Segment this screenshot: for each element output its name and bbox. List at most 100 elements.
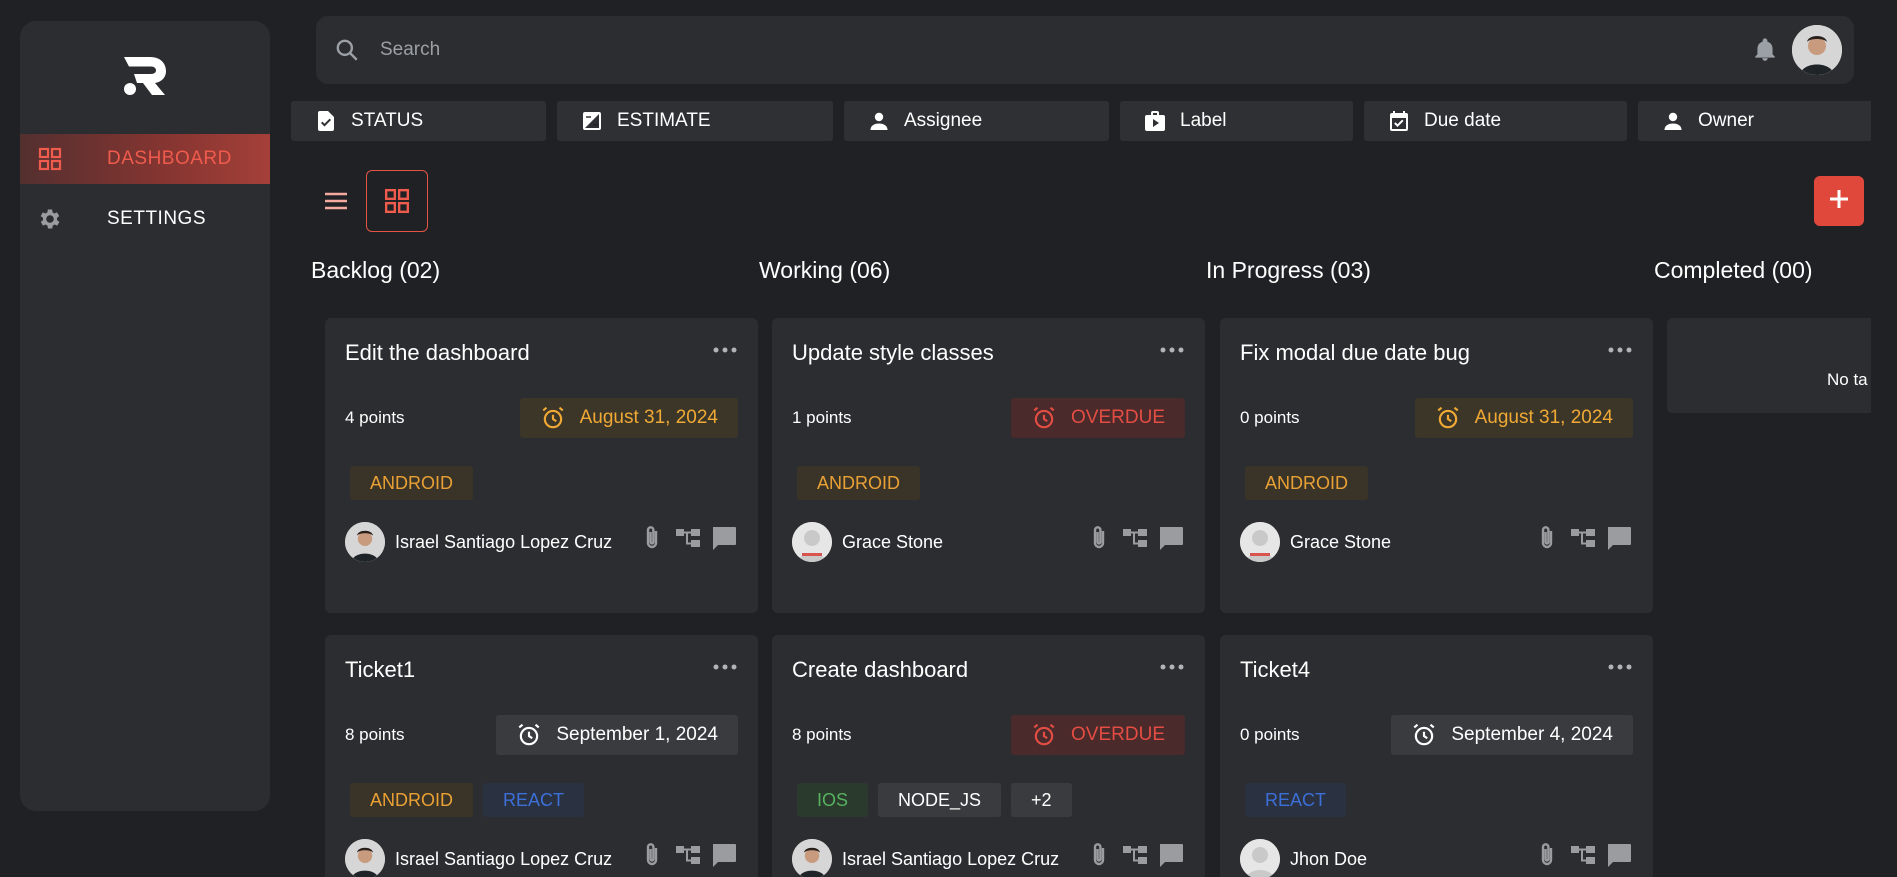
subtask-icon[interactable] bbox=[1569, 524, 1597, 552]
filter-status[interactable]: STATUS bbox=[291, 101, 546, 141]
column-title-in-progress: In Progress (03) bbox=[1206, 257, 1371, 283]
sidebar-item-dashboard[interactable]: DASHBOARD bbox=[20, 134, 270, 184]
paperclip-icon[interactable] bbox=[1085, 841, 1113, 869]
tag[interactable]: IOS bbox=[797, 783, 869, 817]
card-actions bbox=[638, 841, 738, 869]
avatar bbox=[345, 839, 385, 877]
filter-owner[interactable]: Owner bbox=[1638, 101, 1878, 141]
more-options-icon[interactable] bbox=[1607, 661, 1633, 673]
tag[interactable]: ANDROID bbox=[1245, 466, 1369, 500]
more-options-icon[interactable] bbox=[712, 344, 738, 356]
filter-label: Due date bbox=[1424, 110, 1502, 131]
card-actions bbox=[1085, 524, 1185, 552]
task-card[interactable]: Update style classes 1 points OVERDUE AN… bbox=[772, 318, 1205, 613]
filter-due-date[interactable]: Due date bbox=[1364, 101, 1627, 141]
avatar bbox=[345, 522, 385, 562]
column-title-completed: Completed (00) bbox=[1654, 257, 1813, 283]
comment-icon[interactable] bbox=[710, 524, 738, 552]
calendar-check-icon bbox=[1386, 108, 1412, 134]
subtask-icon[interactable] bbox=[674, 841, 702, 869]
comment-icon[interactable] bbox=[1605, 524, 1633, 552]
subtask-icon[interactable] bbox=[1121, 841, 1149, 869]
due-date-badge: OVERDUE bbox=[1011, 715, 1185, 755]
paperclip-icon[interactable] bbox=[1533, 524, 1561, 552]
assignee-name: Israel Santiago Lopez Cruz bbox=[842, 848, 1060, 869]
avatar bbox=[792, 522, 832, 562]
assignee[interactable]: Grace Stone bbox=[792, 522, 943, 562]
assignee[interactable]: Israel Santiago Lopez Cruz bbox=[345, 522, 612, 562]
paperclip-icon[interactable] bbox=[1533, 841, 1561, 869]
card-title: Ticket4 bbox=[1240, 657, 1311, 682]
sidebar-item-settings[interactable]: SETTINGS bbox=[20, 194, 270, 244]
alarm-icon bbox=[1031, 722, 1057, 748]
filter-label: Owner bbox=[1698, 110, 1754, 131]
comment-icon[interactable] bbox=[1605, 841, 1633, 869]
due-date-badge: August 31, 2024 bbox=[1414, 398, 1633, 438]
due-date-text: OVERDUE bbox=[1071, 407, 1165, 428]
due-date-badge: September 4, 2024 bbox=[1391, 715, 1633, 755]
card-actions bbox=[1085, 841, 1185, 869]
card-points: 0 points bbox=[1240, 408, 1300, 427]
paperclip-icon[interactable] bbox=[1085, 524, 1113, 552]
assignee[interactable]: Israel Santiago Lopez Cruz bbox=[345, 839, 612, 877]
paperclip-icon[interactable] bbox=[638, 841, 666, 869]
column-title-backlog: Backlog (02) bbox=[311, 257, 441, 283]
search-input[interactable] bbox=[380, 34, 1380, 66]
tag[interactable]: REACT bbox=[483, 783, 585, 817]
bell-icon[interactable] bbox=[1752, 37, 1778, 63]
card-title: Fix modal due date bug bbox=[1240, 340, 1470, 365]
plus-icon bbox=[1827, 187, 1851, 216]
tag-list: ANDROID REACT bbox=[350, 783, 585, 817]
more-options-icon[interactable] bbox=[1607, 344, 1633, 356]
filter-label: STATUS bbox=[351, 110, 424, 131]
subtask-icon[interactable] bbox=[1569, 841, 1597, 869]
alarm-icon bbox=[1031, 405, 1057, 431]
label-bag-icon bbox=[1142, 108, 1168, 134]
empty-column-text: No ta bbox=[1827, 370, 1868, 389]
task-card[interactable]: Create dashboard 8 points OVERDUE IOS NO… bbox=[772, 635, 1205, 877]
avatar bbox=[1240, 839, 1280, 877]
avatar[interactable] bbox=[1792, 25, 1842, 75]
list-view-icon[interactable] bbox=[318, 186, 354, 216]
subtask-icon[interactable] bbox=[1121, 524, 1149, 552]
comment-icon[interactable] bbox=[1157, 841, 1185, 869]
comment-icon[interactable] bbox=[710, 841, 738, 869]
more-options-icon[interactable] bbox=[1159, 661, 1185, 673]
grid-view-icon[interactable] bbox=[366, 170, 428, 232]
paperclip-icon[interactable] bbox=[638, 524, 666, 552]
tag[interactable]: REACT bbox=[1245, 783, 1347, 817]
comment-icon[interactable] bbox=[1157, 524, 1185, 552]
filter-estimate[interactable]: ESTIMATE bbox=[557, 101, 833, 141]
assignee[interactable]: Israel Santiago Lopez Cruz bbox=[792, 839, 1059, 877]
task-card[interactable]: Ticket1 8 points September 1, 2024 ANDRO… bbox=[325, 635, 758, 877]
filter-label[interactable]: Label bbox=[1120, 101, 1353, 141]
tag[interactable]: ANDROID bbox=[350, 466, 474, 500]
more-options-icon[interactable] bbox=[712, 661, 738, 673]
card-points: 4 points bbox=[345, 408, 405, 427]
gear-icon bbox=[37, 206, 63, 232]
add-task-button[interactable] bbox=[1814, 176, 1864, 226]
alarm-icon bbox=[516, 722, 542, 748]
tag[interactable]: ANDROID bbox=[797, 466, 921, 500]
task-card[interactable]: Ticket4 0 points September 4, 2024 REACT… bbox=[1220, 635, 1653, 877]
tag[interactable]: ANDROID bbox=[350, 783, 474, 817]
due-date-text: September 1, 2024 bbox=[556, 724, 718, 745]
filter-assignee[interactable]: Assignee bbox=[844, 101, 1109, 141]
subtask-icon[interactable] bbox=[674, 524, 702, 552]
task-card[interactable]: Fix modal due date bug 0 points August 3… bbox=[1220, 318, 1653, 613]
r-logo-icon[interactable] bbox=[120, 51, 170, 101]
due-date-text: August 31, 2024 bbox=[1474, 407, 1613, 428]
more-tags-badge[interactable]: +2 bbox=[1011, 783, 1072, 817]
task-card[interactable]: Edit the dashboard 4 points August 31, 2… bbox=[325, 318, 758, 613]
card-points: 0 points bbox=[1240, 725, 1300, 744]
tag-list: ANDROID bbox=[350, 466, 474, 500]
empty-column-card: No ta bbox=[1667, 318, 1897, 413]
viewport-edge bbox=[1871, 0, 1897, 877]
filter-label: Label bbox=[1180, 110, 1227, 131]
more-options-icon[interactable] bbox=[1159, 344, 1185, 356]
tag[interactable]: NODE_JS bbox=[878, 783, 1002, 817]
assignee[interactable]: Jhon Doe bbox=[1240, 839, 1367, 877]
tag-list: REACT bbox=[1245, 783, 1347, 817]
assignee[interactable]: Grace Stone bbox=[1240, 522, 1391, 562]
grid-icon bbox=[37, 146, 63, 172]
